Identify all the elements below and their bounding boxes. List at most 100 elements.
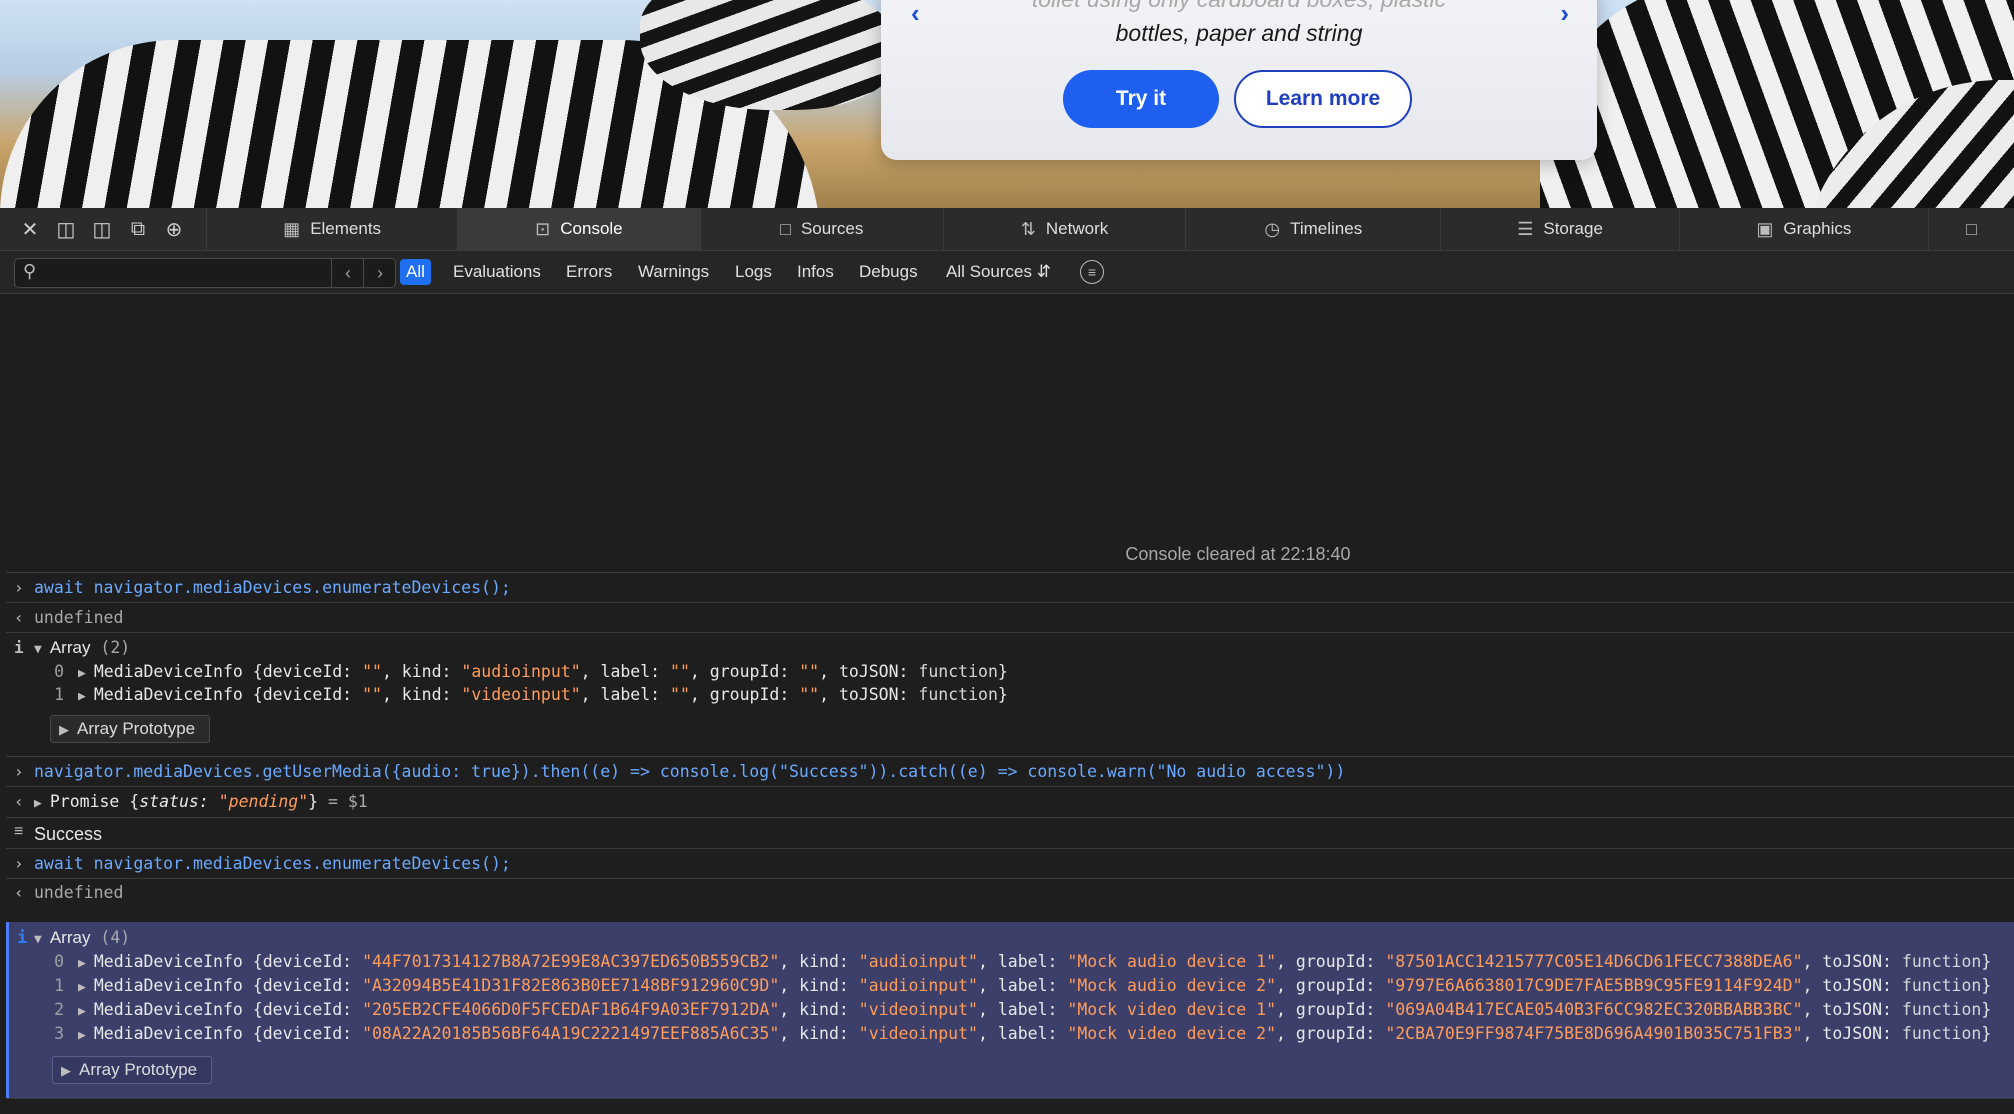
tab-storage[interactable]: ☰ Storage — [1441, 208, 1680, 250]
filter-evaluations-button[interactable]: Evaluations — [447, 259, 547, 285]
filter-debugs-button[interactable]: Debugs — [853, 259, 924, 285]
disclosure-closed-icon: ▶ — [78, 666, 86, 681]
array-entry[interactable]: 1 ▶ MediaDeviceInfo {deviceId: "", kind: "… — [34, 685, 1008, 704]
disclosure-open-icon: ▼ — [34, 642, 42, 657]
promise-ref: = $1 — [328, 792, 368, 811]
result-arrow-icon: ‹ — [14, 792, 24, 811]
tab-elements[interactable]: ▦ Elements — [207, 208, 458, 250]
array-entry[interactable]: 0 ▶ MediaDeviceInfo {deviceId: "44F7017314… — [34, 952, 1991, 971]
object-name: MediaDeviceInfo — [93, 685, 243, 704]
filter-errors-button[interactable]: Errors — [560, 259, 618, 285]
array-entry[interactable]: 0 ▶ MediaDeviceInfo {deviceId: "", kind: "… — [34, 662, 1008, 681]
search-icon[interactable]: ⚲ — [23, 261, 36, 282]
disclosure-open-icon: ▼ — [34, 932, 42, 947]
filter-options-icon[interactable]: ≡ — [1080, 260, 1104, 284]
disclosure-closed-icon: ▶ — [78, 1004, 86, 1019]
image-icon: ▣ — [1756, 218, 1774, 239]
result-arrow-icon: ‹ — [14, 608, 24, 627]
array-entry[interactable]: 2 ▶ MediaDeviceInfo {deviceId: "205EB2CFE4… — [34, 1000, 1991, 1019]
elements-icon: ▦ — [283, 218, 301, 239]
console-result-row[interactable]: ‹ ▶ Promise {status: "pending"} = $1 — [6, 786, 2014, 818]
array-prototype-label: Array Prototype — [79, 1060, 198, 1079]
document-icon: □ — [780, 218, 791, 239]
promise-result: ▶ Promise {status: "pending"} = $1 — [34, 792, 368, 811]
array-prototype-toggle[interactable]: ▶ Array Prototype — [50, 715, 211, 743]
dock-bottom-icon[interactable]: ◫ — [48, 208, 84, 250]
entry-device-id: "08A22A20185B56BF64A19C2221497EEF885A6C3… — [362, 1024, 780, 1043]
dock-side-icon[interactable]: ◫ — [84, 208, 120, 250]
detach-window-icon[interactable]: ⧉ — [120, 208, 156, 250]
console-command-row[interactable]: › navigator.mediaDevices.getUserMedia({a… — [6, 756, 2014, 787]
console-array-message: i ▼ Array (2) 0 ▶ MediaDeviceInfo {deviceId… — [6, 632, 2014, 757]
console-command-row[interactable]: › await navigator.mediaDevices.enumerate… — [6, 848, 2014, 879]
info-icon: i — [17, 928, 28, 948]
try-it-button[interactable]: Try it — [1063, 70, 1219, 128]
hero-text-line-2: bottles, paper and string — [1115, 20, 1363, 46]
console-command-row[interactable]: › await navigator.mediaDevices.enumerate… — [6, 572, 2014, 603]
entry-device-id: "" — [362, 685, 382, 704]
entry-index: 1 — [54, 976, 64, 995]
filter-logs-button[interactable]: Logs — [729, 259, 778, 285]
entry-group-id: "" — [799, 685, 820, 704]
entry-index: 3 — [54, 1024, 64, 1043]
disclosure-closed-icon: ▶ — [61, 1063, 71, 1078]
web-inspector: ✕ ◫ ◫ ⧉ ⊕ ▦ Elements ⊡ Console □ Sources… — [0, 208, 2014, 1114]
result-text: undefined — [34, 608, 124, 627]
entry-device-id: "44F7017314127B8A72E99E8AC397ED650B559CB… — [362, 952, 780, 971]
console-icon: ⊡ — [535, 218, 551, 239]
tab-sources-label: Sources — [800, 219, 864, 238]
sources-select[interactable]: All Sources ⇵ — [946, 259, 1051, 285]
chevron-updown-icon: ⇵ — [1036, 262, 1051, 281]
info-icon: i — [14, 638, 24, 657]
console-result-row: ‹ undefined — [6, 602, 2014, 633]
object-name: MediaDeviceInfo — [93, 976, 243, 995]
console-cleared-message: Console cleared at 22:18:40 — [1125, 544, 1351, 564]
entry-tojson: function — [1901, 976, 1982, 995]
learn-more-button[interactable]: Learn more — [1234, 70, 1412, 128]
filter-warnings-button[interactable]: Warnings — [632, 259, 715, 285]
entry-group-id: "" — [799, 662, 820, 681]
prompt-chevron-icon: › — [14, 578, 24, 597]
clock-icon: ◷ — [1264, 218, 1281, 239]
disclosure-closed-icon: ▶ — [78, 956, 86, 971]
log-icon: ≡ — [14, 823, 24, 840]
entry-tojson: function — [918, 662, 998, 681]
entry-device-id: "" — [362, 662, 382, 681]
entry-group-id: "87501ACC14215777C05E14D6CD61FECC7388DEA… — [1385, 952, 1803, 971]
command-text: navigator.mediaDevices.getUserMedia({aud… — [34, 762, 1346, 781]
close-icon[interactable]: ✕ — [12, 208, 48, 250]
prompt-chevron-icon: › — [14, 854, 24, 873]
array-entry[interactable]: 3 ▶ MediaDeviceInfo {deviceId: "08A22A2018… — [34, 1024, 1991, 1043]
array-prototype-toggle[interactable]: ▶ Array Prototype — [52, 1056, 213, 1084]
tab-graphics[interactable]: ▣ Graphics — [1680, 208, 1929, 250]
entry-kind: "videoinput" — [858, 1000, 978, 1019]
search-next-icon[interactable]: › — [363, 259, 396, 287]
entry-kind: "audioinput" — [461, 662, 581, 681]
hero-card: ‹ › toilet using only cardboard boxes, p… — [881, 0, 1597, 160]
promise-key: status — [139, 792, 199, 811]
tab-overflow[interactable]: □ — [1929, 208, 2014, 250]
object-name: MediaDeviceInfo — [93, 662, 243, 681]
array-header[interactable]: ▼ Array (4) — [34, 928, 130, 948]
entry-kind: "videoinput" — [461, 685, 581, 704]
more-tabs-icon: □ — [1965, 218, 1977, 239]
entry-kind: "videoinput" — [858, 1024, 978, 1043]
console-search-input[interactable] — [55, 261, 339, 285]
array-header[interactable]: ▼ Array (2) — [34, 638, 130, 658]
search-prev-icon[interactable]: ‹ — [331, 259, 364, 287]
array-count: (2) — [100, 638, 131, 657]
filter-infos-button[interactable]: Infos — [791, 259, 840, 285]
element-picker-icon[interactable]: ⊕ — [156, 208, 192, 250]
array-entry[interactable]: 1 ▶ MediaDeviceInfo {deviceId: "A32094B5E4… — [34, 976, 1991, 995]
tab-sources[interactable]: □ Sources — [701, 208, 944, 250]
entry-label: "" — [670, 685, 690, 704]
tab-network[interactable]: ⇅ Network — [944, 208, 1187, 250]
promise-suffix: } — [308, 792, 319, 811]
tab-console[interactable]: ⊡ Console — [458, 208, 701, 250]
tab-timelines[interactable]: ◷ Timelines — [1186, 208, 1442, 250]
entry-label: "Mock video device 1" — [1067, 1000, 1277, 1019]
tab-storage-label: Storage — [1543, 219, 1603, 238]
console-array-message-selected[interactable]: i ▼ Array (4) 0 ▶ MediaDeviceInfo {deviceId… — [6, 922, 2014, 1098]
console-search-box: ⚲ ‹ › — [14, 258, 396, 288]
filter-all-button[interactable]: All — [400, 259, 431, 285]
